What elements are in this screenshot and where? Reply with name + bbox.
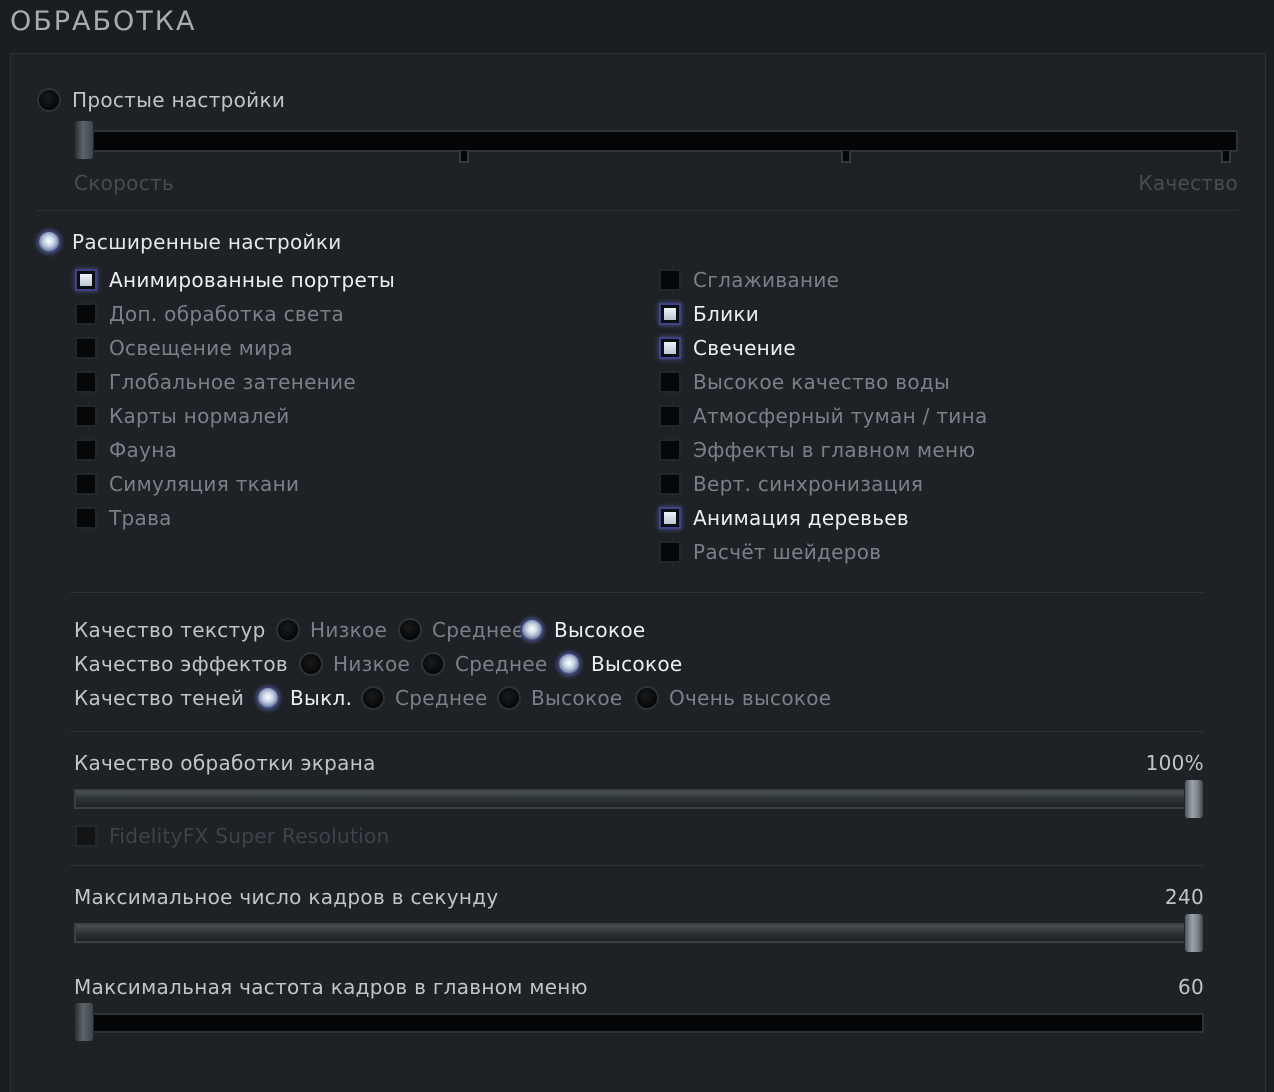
option-label: Трава (109, 506, 172, 530)
advanced-settings-radio[interactable] (37, 230, 61, 254)
option-checkbox[interactable] (659, 473, 681, 495)
fsr-label: FidelityFX Super Resolution (109, 824, 390, 848)
menu-fps-value: 60 (1177, 975, 1204, 999)
option-label: Симуляция ткани (109, 472, 300, 496)
max-fps-value: 240 (1164, 885, 1204, 909)
max-fps-label: Максимальное число кадров в секунду (74, 885, 499, 909)
menu-fps-slider-track[interactable] (74, 1013, 1204, 1033)
texture-quality-option-label: Среднее (432, 618, 525, 642)
page-title: ОБРАБОТКА (10, 6, 197, 37)
shadows-quality-option-radio[interactable] (497, 686, 521, 710)
max-fps-slider-thumb[interactable] (1184, 913, 1204, 953)
effects-quality-option-radio[interactable] (421, 652, 445, 676)
screen-quality-slider-track[interactable] (74, 789, 1204, 809)
option-label: Глобальное затенение (109, 370, 356, 394)
shadows-quality-option-radio[interactable] (361, 686, 385, 710)
option-label: Сглаживание (693, 268, 840, 292)
option-checkbox[interactable] (75, 371, 97, 393)
simple-quality-slider-thumb[interactable] (74, 120, 94, 160)
texture-quality-option-radio[interactable] (276, 618, 300, 642)
texture-quality-option-radio[interactable] (398, 618, 422, 642)
max-fps-slider-track[interactable] (74, 923, 1204, 943)
slider-tick (1221, 151, 1231, 163)
speed-label: Скорость (74, 171, 175, 195)
option-label: Свечение (693, 336, 796, 360)
option-checkbox[interactable] (75, 473, 97, 495)
option-checkbox[interactable] (659, 371, 681, 393)
menu-fps-slider-thumb[interactable] (74, 1002, 94, 1042)
effects-quality-option-radio[interactable] (299, 652, 323, 676)
screen-quality-value: 100% (1145, 751, 1204, 775)
shadows-quality-option-label: Выкл. (290, 686, 353, 710)
option-label: Доп. обработка света (109, 302, 345, 326)
texture-quality-label: Качество текстур (74, 618, 266, 642)
option-checkbox[interactable] (659, 337, 681, 359)
simple-settings-label: Простые настройки (72, 88, 286, 112)
texture-quality-option-radio[interactable] (520, 618, 544, 642)
option-checkbox[interactable] (75, 405, 97, 427)
shadows-quality-option-radio[interactable] (635, 686, 659, 710)
option-checkbox[interactable] (75, 507, 97, 529)
option-checkbox[interactable] (659, 269, 681, 291)
texture-quality-option-label: Высокое (554, 618, 646, 642)
screen-quality-label: Качество обработки экрана (74, 751, 376, 775)
divider (37, 210, 1238, 211)
simple-quality-slider-track[interactable] (74, 130, 1238, 152)
option-label: Верт. синхронизация (693, 472, 924, 496)
effects-quality-label: Качество эффектов (74, 652, 288, 676)
option-label: Фауна (109, 438, 178, 462)
option-checkbox[interactable] (75, 337, 97, 359)
option-label: Расчёт шейдеров (693, 540, 882, 564)
quality-label: Качество (1138, 171, 1238, 195)
effects-quality-option-label: Среднее (455, 652, 548, 676)
texture-quality-option-label: Низкое (310, 618, 388, 642)
screen-quality-slider-thumb[interactable] (1184, 779, 1204, 819)
effects-quality-option-label: Низкое (333, 652, 411, 676)
divider (70, 731, 1204, 732)
option-label: Блики (693, 302, 760, 326)
option-checkbox[interactable] (659, 303, 681, 325)
option-checkbox[interactable] (75, 303, 97, 325)
option-checkbox[interactable] (659, 507, 681, 529)
option-checkbox[interactable] (75, 269, 97, 291)
option-label: Анимированные портреты (109, 268, 396, 292)
simple-settings-radio[interactable] (37, 88, 61, 112)
option-checkbox[interactable] (75, 439, 97, 461)
slider-tick (459, 151, 469, 163)
option-label: Анимация деревьев (693, 506, 909, 530)
shadows-quality-option-label: Высокое (531, 686, 623, 710)
option-checkbox[interactable] (659, 541, 681, 563)
advanced-settings-label: Расширенные настройки (72, 230, 342, 254)
menu-fps-label: Максимальная частота кадров в главном ме… (74, 975, 588, 999)
option-checkbox[interactable] (659, 405, 681, 427)
option-label: Высокое качество воды (693, 370, 951, 394)
option-label: Атмосферный туман / тина (693, 404, 988, 428)
shadows-quality-option-label: Очень высокое (669, 686, 832, 710)
effects-quality-option-label: Высокое (591, 652, 683, 676)
option-label: Карты нормалей (109, 404, 290, 428)
fsr-checkbox[interactable] (75, 825, 97, 847)
divider (70, 592, 1204, 593)
option-label: Эффекты в главном меню (693, 438, 976, 462)
slider-tick (841, 151, 851, 163)
shadows-quality-option-label: Среднее (395, 686, 488, 710)
effects-quality-option-radio[interactable] (557, 652, 581, 676)
option-checkbox[interactable] (659, 439, 681, 461)
shadows-quality-option-radio[interactable] (256, 686, 280, 710)
divider (70, 865, 1204, 866)
shadows-quality-label: Качество теней (74, 686, 245, 710)
option-label: Освещение мира (109, 336, 293, 360)
